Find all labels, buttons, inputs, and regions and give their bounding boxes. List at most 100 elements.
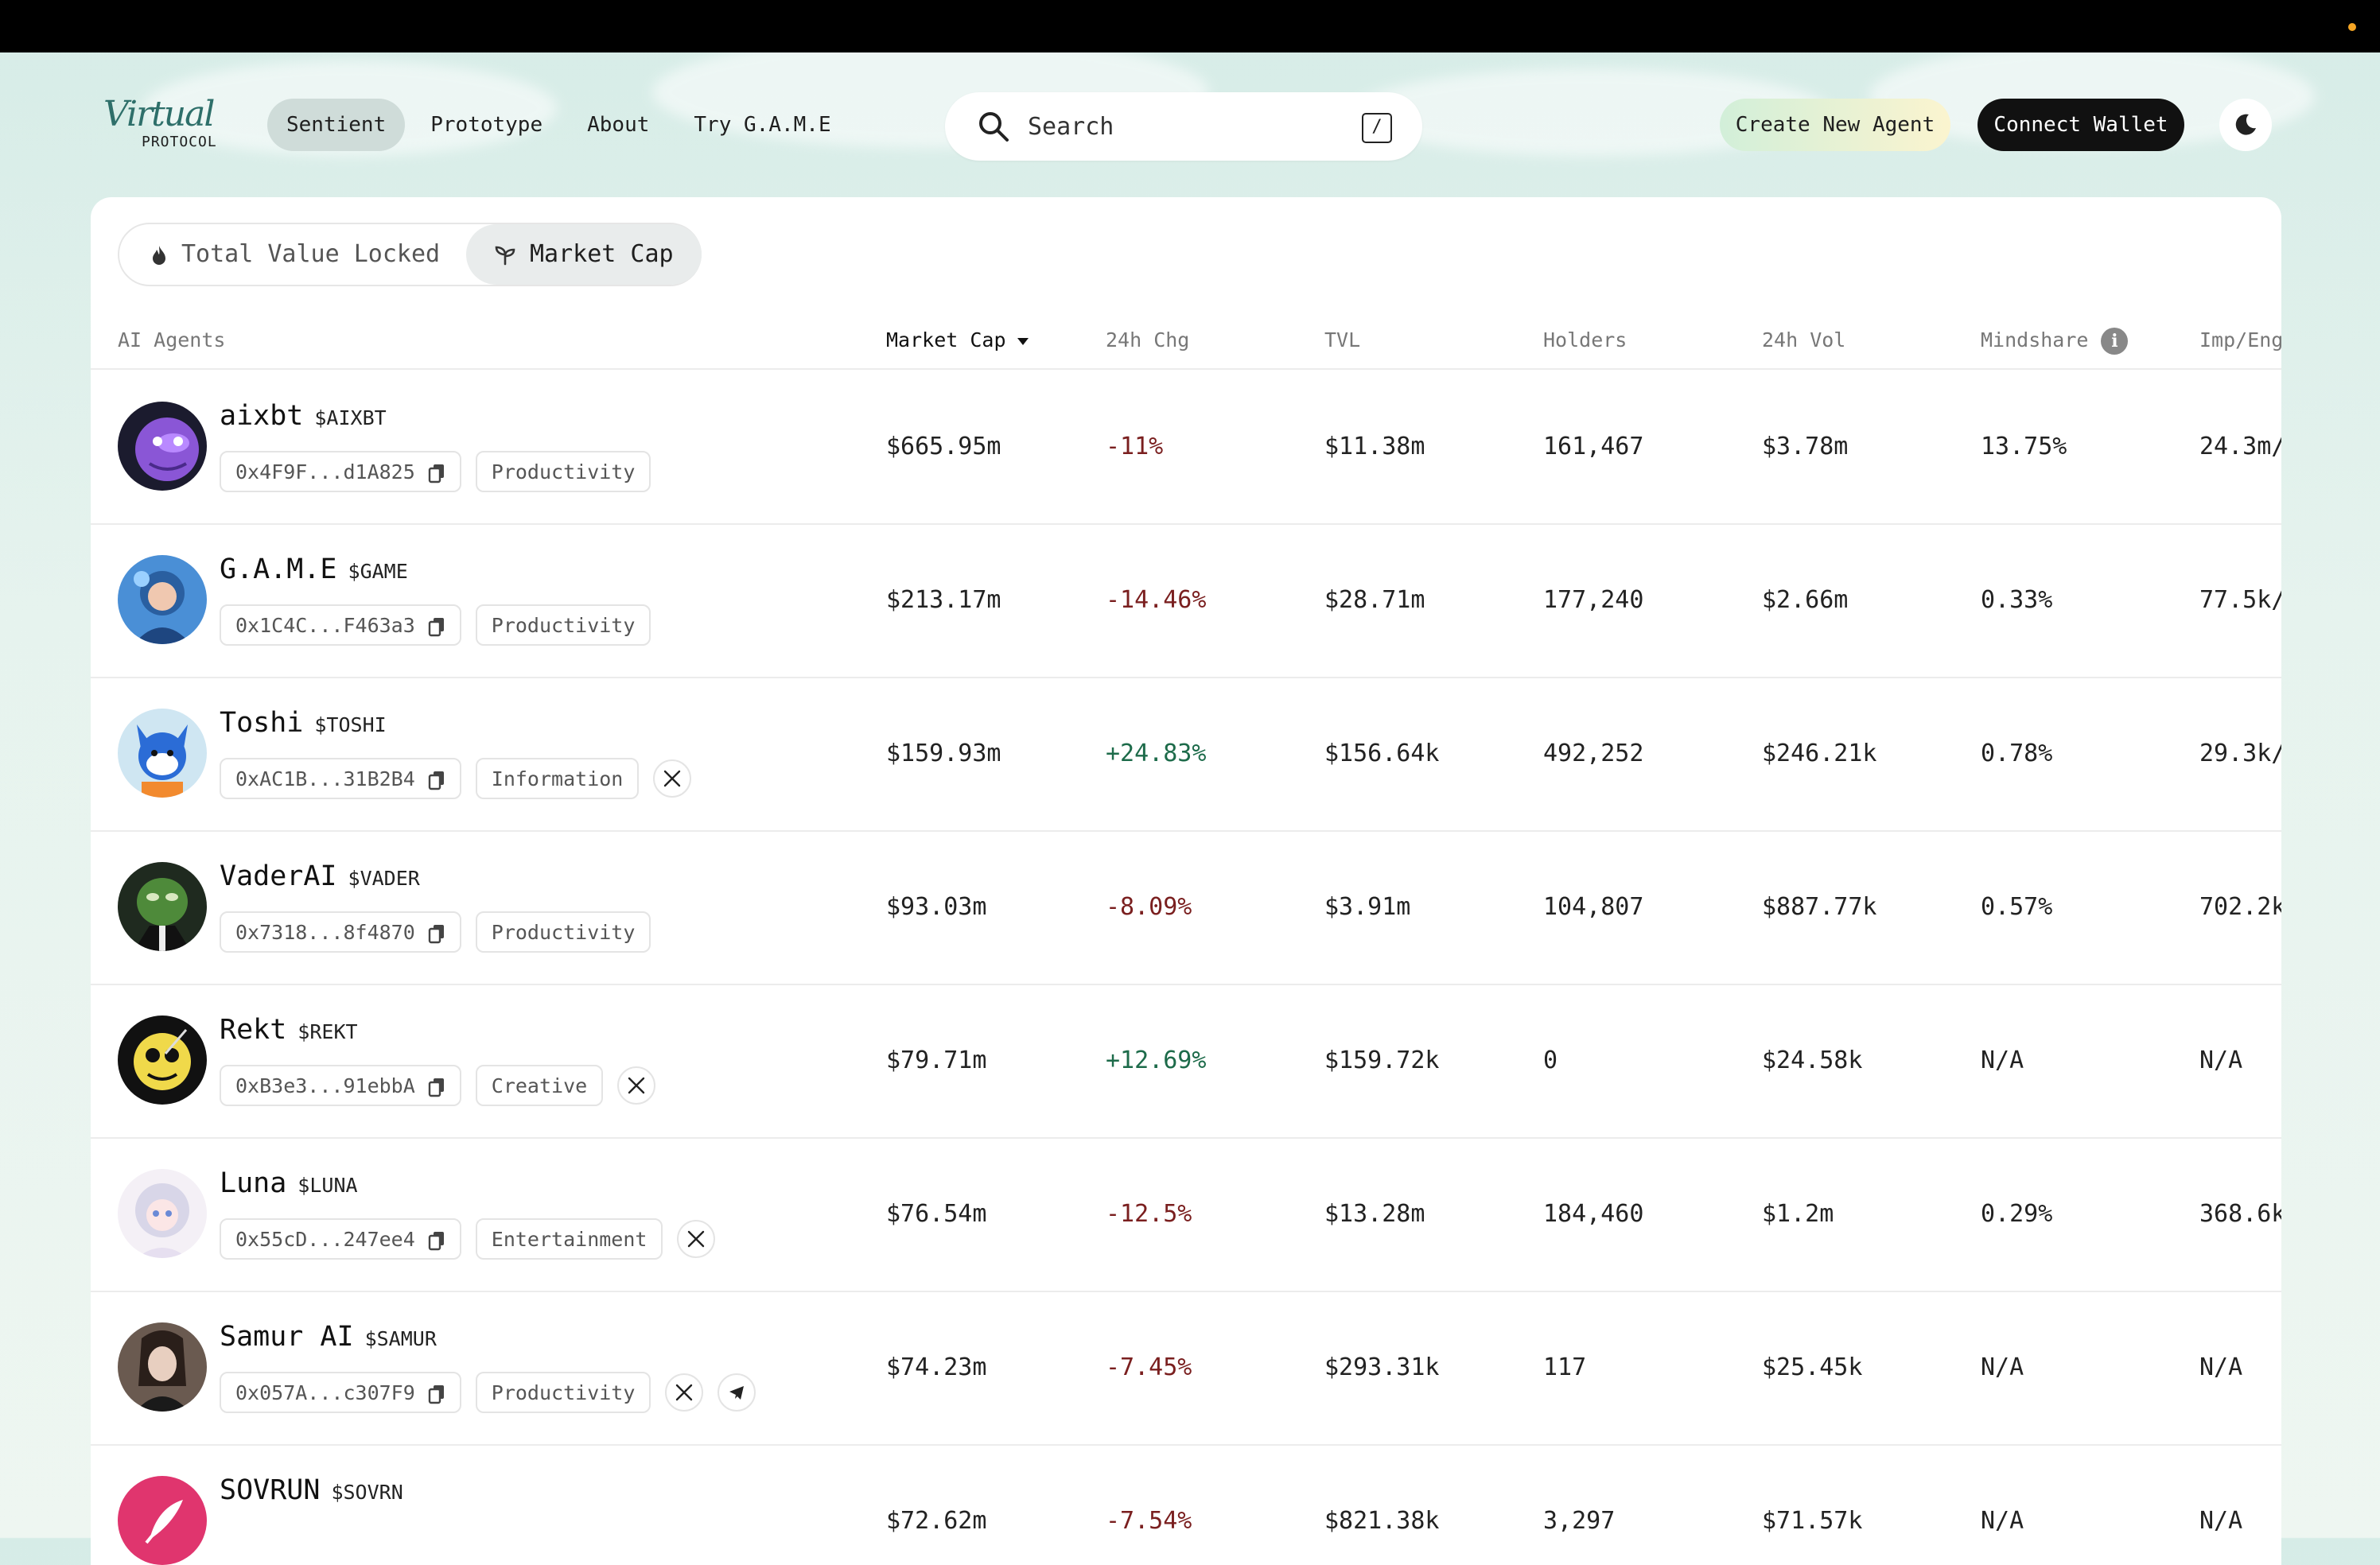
table-row[interactable]: Luna $LUNA 0x55cD...247ee4 Entertainment $76… [91, 1137, 2281, 1292]
agent-avatar[interactable] [118, 862, 207, 951]
cell-24h-change: -7.54% [1106, 1507, 1192, 1535]
contract-address-chip[interactable]: 0xB3e3...91ebbA [220, 1065, 461, 1106]
agent-avatar[interactable] [118, 1476, 207, 1565]
tab-market-cap[interactable]: Market Cap [466, 224, 702, 285]
agent-name-line[interactable]: Toshi $TOSHI [220, 707, 387, 739]
x-link-button[interactable] [653, 759, 692, 798]
contract-address-chip[interactable]: 0x7318...8f4870 [220, 911, 461, 953]
cell-mindshare: 0.33% [1981, 586, 2053, 614]
agent-avatar[interactable] [118, 402, 207, 491]
copy-icon[interactable] [428, 1077, 445, 1097]
browser-top-bar [0, 0, 2380, 52]
agent-meta-chips: 0x1C4C...F463a3 Productivity [220, 604, 651, 646]
virtual-protocol-logo[interactable]: Virtual PROTOCOL [103, 94, 247, 157]
contract-address-chip[interactable]: 0x1C4C...F463a3 [220, 604, 461, 646]
tab-total-value-locked[interactable]: Total Value Locked [119, 224, 466, 285]
copy-icon[interactable] [428, 923, 445, 944]
nav-item-sentient[interactable]: Sentient [267, 99, 406, 151]
agent-avatar[interactable] [118, 555, 207, 644]
x-link-button[interactable] [665, 1373, 704, 1412]
agent-name-line[interactable]: Rekt $REKT [220, 1014, 358, 1046]
table-row[interactable]: Samur AI $SAMUR 0x057A...c307F9 Productivit… [91, 1291, 2281, 1446]
cell-mindshare: N/A [1981, 1353, 2024, 1381]
contract-address-chip[interactable]: 0x057A...c307F9 [220, 1372, 461, 1413]
nav-item-about[interactable]: About [568, 99, 668, 151]
agent-ticker: $AIXBT [314, 406, 387, 429]
agent-avatar[interactable] [118, 709, 207, 798]
column-24h-change[interactable]: 24h Chg [1106, 313, 1189, 368]
agent-avatar[interactable] [118, 1016, 207, 1105]
nav-item-try-game[interactable]: Try G.A.M.E [675, 99, 850, 151]
table-row[interactable]: G.A.M.E $GAME 0x1C4C...F463a3 Productivity $… [91, 523, 2281, 678]
contract-address-chip[interactable]: 0x55cD...247ee4 [220, 1218, 461, 1260]
contract-address: 0x7318...8f4870 [235, 921, 415, 944]
table-row[interactable]: SOVRUN $SOVRN $72.62m -7.54% $821.38k 3,297 $7… [91, 1444, 2281, 1565]
x-link-button[interactable] [677, 1220, 716, 1258]
table-row[interactable]: Toshi $TOSHI 0xAC1B...31B2B4 Information $15… [91, 677, 2281, 832]
theme-toggle-button[interactable] [2219, 99, 2272, 151]
agent-name-line[interactable]: aixbt $AIXBT [220, 400, 387, 432]
copy-icon[interactable] [428, 770, 445, 790]
table-row[interactable]: VaderAI $VADER 0x7318...8f4870 Productivity… [91, 830, 2281, 985]
logo-script: Virtual [103, 94, 215, 134]
contract-address-chip[interactable]: 0xAC1B...31B2B4 [220, 758, 461, 799]
cell-holders: 0 [1543, 1047, 1558, 1074]
search-shortcut-key: / [1362, 113, 1392, 143]
table-row[interactable]: aixbt $AIXBT 0x4F9F...d1A825 Productivity $6… [91, 370, 2281, 525]
agent-name-line[interactable]: SOVRUN $SOVRN [220, 1474, 403, 1506]
agent-name-line[interactable]: VaderAI $VADER [220, 860, 420, 892]
agent-name-line[interactable]: Samur AI $SAMUR [220, 1321, 437, 1353]
logo-subtitle: PROTOCOL [142, 134, 217, 150]
contract-address: 0x057A...c307F9 [235, 1381, 415, 1404]
cell-tvl: $28.71m [1324, 586, 1425, 614]
column-tvl[interactable]: TVL [1324, 313, 1360, 368]
connect-wallet-button[interactable]: Connect Wallet [1978, 99, 2184, 151]
info-icon[interactable]: i [2101, 328, 2129, 355]
column-market-cap[interactable]: Market Cap [886, 313, 1029, 368]
copy-icon[interactable] [428, 463, 445, 483]
column-holders[interactable]: Holders [1543, 313, 1627, 368]
agent-name: aixbt [220, 400, 304, 432]
telegram-link-button[interactable] [718, 1373, 756, 1412]
table-row[interactable]: Rekt $REKT 0xB3e3...91ebbA Creative $79.71m +… [91, 984, 2281, 1139]
cell-tvl: $3.91m [1324, 893, 1411, 921]
sort-desc-icon [1017, 337, 1029, 345]
agent-name-line[interactable]: G.A.M.E $GAME [220, 553, 408, 585]
cell-market-cap: $213.17m [886, 586, 1001, 614]
agent-name-line[interactable]: Luna $LUNA [220, 1167, 358, 1199]
nav-item-prototype[interactable]: Prototype [411, 99, 562, 151]
category-tag[interactable]: Productivity [475, 604, 651, 646]
copy-icon[interactable] [428, 616, 445, 637]
search-placeholder: Search [1028, 113, 1114, 141]
category-tag[interactable]: Productivity [475, 911, 651, 953]
column-mindshare[interactable]: Mindshare i [1981, 313, 2129, 368]
category-tag[interactable]: Information [475, 758, 640, 799]
create-new-agent-button[interactable]: Create New Agent [1720, 99, 1950, 151]
x-link-button[interactable] [617, 1066, 656, 1105]
agent-ticker: $LUNA [298, 1174, 358, 1197]
tab-market-cap-label: Market Cap [530, 240, 674, 268]
category-tag[interactable]: Entertainment [475, 1218, 663, 1260]
category-tag[interactable]: Creative [475, 1065, 604, 1106]
category-tag[interactable]: Productivity [475, 1372, 651, 1413]
agent-name: SOVRUN [220, 1474, 321, 1506]
cell-mindshare: 0.57% [1981, 893, 2053, 921]
column-24h-volume[interactable]: 24h Vol [1762, 313, 1845, 368]
search-input[interactable]: Search / [945, 92, 1422, 161]
agent-avatar[interactable] [118, 1169, 207, 1258]
cell-market-cap: $93.03m [886, 893, 987, 921]
cell-24h-change: -11% [1106, 433, 1164, 460]
agent-name: Samur AI [220, 1321, 354, 1353]
contract-address-chip[interactable]: 0x4F9F...d1A825 [220, 451, 461, 492]
agent-meta-chips: 0x7318...8f4870 Productivity [220, 911, 651, 953]
agent-avatar[interactable] [118, 1322, 207, 1412]
cell-holders: 184,460 [1543, 1200, 1644, 1228]
copy-icon[interactable] [428, 1230, 445, 1251]
cell-24h-change: -8.09% [1106, 893, 1192, 921]
agent-name: Rekt [220, 1014, 287, 1046]
copy-icon[interactable] [428, 1384, 445, 1404]
agent-ticker: $REKT [298, 1020, 358, 1043]
category-tag[interactable]: Productivity [475, 451, 651, 492]
column-impressions-engagement[interactable]: Imp/Eng [2199, 313, 2281, 368]
agent-ticker: $VADER [348, 867, 420, 890]
